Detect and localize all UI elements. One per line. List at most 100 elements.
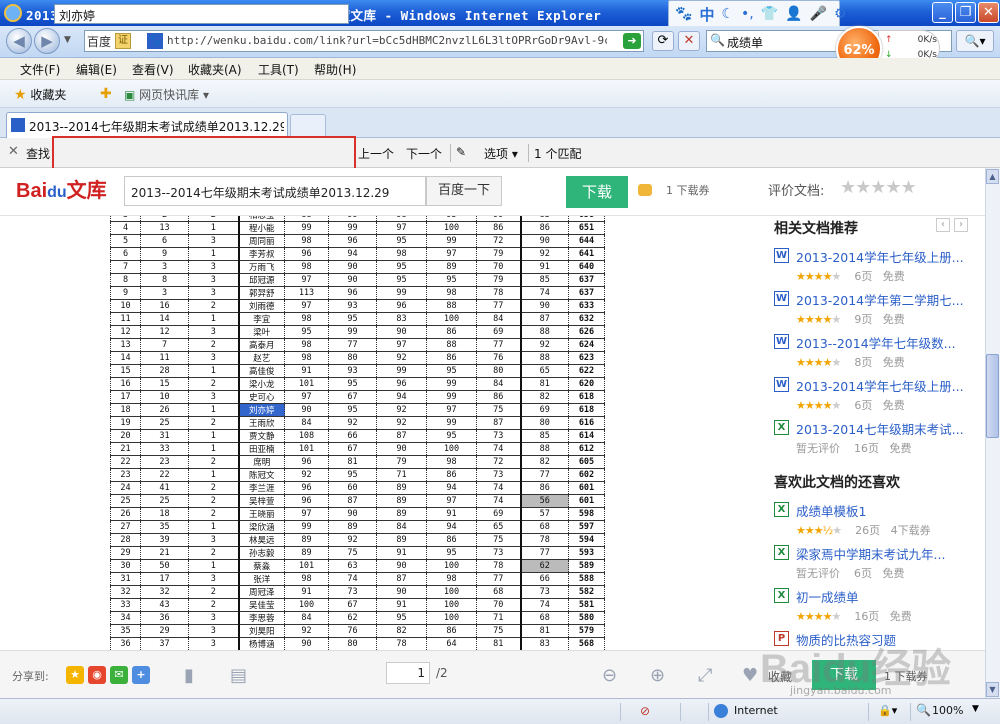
minimize-button[interactable]: _	[932, 2, 953, 23]
stop-button[interactable]: ✕	[678, 31, 700, 51]
doc-title-link[interactable]: 2013-2014七年级期末考试...	[796, 419, 966, 438]
skin-icon[interactable]: 👕	[761, 6, 778, 22]
user-icon[interactable]: 👤	[785, 6, 802, 22]
zoom-level[interactable]: 100%	[932, 704, 963, 717]
table-cell: 100	[426, 221, 477, 235]
doc-title-link[interactable]: 初一成绩单	[796, 587, 966, 606]
find-options-button[interactable]: 选项 ▾	[484, 145, 518, 162]
table-cell: 98	[426, 455, 477, 469]
menu-file[interactable]: 文件(F)	[20, 61, 60, 78]
document-viewer[interactable]: 322相思宝8899989599836584131程小能999997100868…	[0, 216, 752, 650]
mic-icon[interactable]: 🎤	[810, 6, 827, 22]
download-button[interactable]: 下载	[566, 176, 628, 208]
certificate-badge[interactable]: 证	[115, 33, 131, 49]
menu-edit[interactable]: 编辑(E)	[76, 61, 117, 78]
doc-title-link[interactable]: 成绩单模板1	[796, 501, 966, 520]
table-cell: 25	[110, 494, 141, 508]
table-cell: 19	[110, 416, 141, 430]
scroll-thumb[interactable]	[986, 354, 999, 438]
table-cell: 69	[519, 403, 569, 417]
maximize-button[interactable]: ❐	[955, 2, 976, 23]
table-cell: 8	[110, 273, 141, 287]
excel-file-icon: X	[774, 420, 789, 435]
heart-icon[interactable]: ♥	[742, 665, 758, 686]
table-cell: 3	[188, 637, 239, 650]
zoom-dropdown-icon[interactable]: ▼	[972, 704, 979, 714]
share-more-icon[interactable]: +	[132, 666, 150, 684]
paw-icon[interactable]: 🐾	[675, 6, 692, 22]
menu-view[interactable]: 查看(V)	[132, 61, 174, 78]
find-next-button[interactable]: 下一个	[406, 145, 442, 162]
next-page-icon[interactable]: ›	[954, 218, 968, 232]
favorites-bar: ★ 收藏夹 ✚ ▣ 网页快讯库 ▾	[0, 80, 1000, 108]
ime-language-toggle[interactable]: 中	[699, 4, 714, 25]
table-cell: 96	[328, 234, 377, 248]
wenku-search-button[interactable]: 百度一下	[426, 176, 502, 206]
doc-title-link[interactable]: 2013-2014学年七年级上册...	[796, 376, 966, 395]
note-icon[interactable]: ▤	[230, 665, 247, 686]
bookmark-icon[interactable]: ▮	[184, 665, 194, 686]
page-number-input[interactable]: 1	[386, 662, 430, 684]
table-cell: 94	[426, 520, 477, 534]
fullscreen-icon[interactable]: ⤢	[698, 665, 712, 686]
doc-title-link[interactable]: 梁家焉中学期末考试九年...	[796, 544, 966, 563]
table-cell: 614	[568, 429, 605, 443]
doc-title-link[interactable]: 2013-2014学年第二学期七...	[796, 290, 966, 309]
punctuation-icon[interactable]: •,	[741, 6, 754, 22]
table-cell: 71	[376, 468, 427, 482]
security-zone: Internet	[734, 704, 778, 717]
refresh-button[interactable]: ⟳	[652, 31, 674, 51]
favorites-button[interactable]: ★ 收藏夹	[14, 86, 66, 103]
tab-active[interactable]: 2013--2014七年级期末考试成绩单2013.12.29_...	[6, 112, 288, 138]
doc-title-link[interactable]: 2013--2014学年七年级数...	[796, 333, 966, 352]
gear-icon[interactable]: ⚙	[834, 6, 847, 22]
wenku-search-input[interactable]: 2013--2014七年级期末考试成绩单2013.12.29	[124, 176, 426, 206]
web-slice-gallery[interactable]: ▣ 网页快讯库 ▾	[124, 86, 209, 103]
baidu-wenku-logo[interactable]: Baidu文库	[16, 174, 107, 203]
find-prev-button[interactable]: 上一个	[358, 145, 394, 162]
close-button[interactable]: ✕	[978, 2, 999, 23]
close-find-icon[interactable]: ✕	[8, 144, 19, 159]
forward-button[interactable]: ▶	[34, 28, 60, 54]
watermark-url: jingyan.baidu.com	[790, 684, 892, 697]
table-cell: 12	[140, 325, 189, 339]
menu-help[interactable]: 帮助(H)	[314, 61, 356, 78]
table-cell: 87	[328, 494, 377, 508]
address-bar[interactable]: 百度 证 🐾 http://wenku.baidu.com/link?url=b…	[84, 30, 644, 52]
search-button[interactable]: 🔍▾	[956, 30, 994, 52]
share-wechat-icon[interactable]: ✉	[110, 666, 128, 684]
menu-favorites[interactable]: 收藏夹(A)	[188, 61, 242, 78]
table-cell: 93	[328, 364, 377, 378]
url-text[interactable]: http://wenku.baidu.com/link?url=bCc5dHBM…	[167, 34, 607, 47]
table-cell: 582	[568, 585, 605, 599]
table-cell: 77	[476, 338, 521, 352]
find-input-value: 刘亦婷	[59, 9, 96, 23]
zoom-out-icon[interactable]: ⊖	[602, 665, 617, 686]
menu-tools[interactable]: 工具(T)	[258, 61, 299, 78]
scroll-down-arrow[interactable]: ▼	[986, 682, 999, 697]
table-cell: 王雨欣	[237, 416, 285, 430]
prev-page-icon[interactable]: ‹	[936, 218, 950, 232]
moon-icon[interactable]: ☾	[721, 6, 734, 22]
zoom-in-icon[interactable]: ⊕	[650, 665, 665, 686]
table-cell: 20	[110, 429, 141, 443]
go-icon[interactable]: ➜	[623, 33, 641, 49]
scroll-up-arrow[interactable]: ▲	[986, 169, 999, 184]
new-tab-button[interactable]	[290, 114, 326, 138]
security-settings-icon[interactable]: 🔒▾	[878, 704, 897, 717]
highlight-icon[interactable]: ✎	[456, 145, 466, 159]
add-favorite-icon[interactable]: ✚	[100, 86, 112, 102]
history-dropdown-icon[interactable]: ▼	[64, 35, 71, 45]
table-cell: 26	[110, 507, 141, 521]
doc-title-link[interactable]: 2013-2014学年七年级上册...	[796, 247, 966, 266]
share-qzone-icon[interactable]: ★	[66, 666, 84, 684]
find-input[interactable]: 刘亦婷	[54, 4, 349, 24]
share-weibo-icon[interactable]: ◉	[88, 666, 106, 684]
back-button[interactable]: ◀	[6, 28, 32, 54]
rating-stars[interactable]: ★★★★★	[840, 177, 917, 198]
table-cell: 100	[426, 312, 477, 326]
table-cell: 1	[188, 442, 239, 456]
table-cell: 99	[328, 221, 377, 235]
table-cell: 97	[376, 221, 427, 235]
tab-favicon	[11, 118, 25, 132]
